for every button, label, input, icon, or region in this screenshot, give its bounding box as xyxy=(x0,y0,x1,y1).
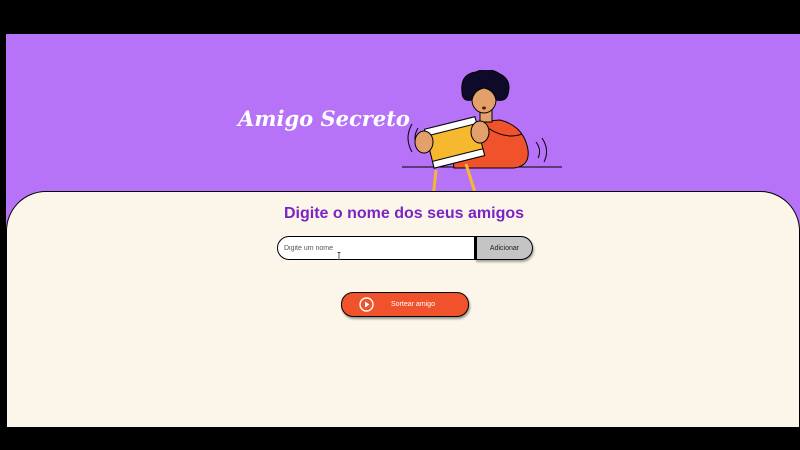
draw-friend-button[interactable]: Sortear amigo xyxy=(341,292,469,317)
main-panel: Digite o nome dos seus amigos Adicionar … xyxy=(6,191,800,427)
text-cursor-icon xyxy=(337,252,341,260)
play-circle-icon xyxy=(359,297,374,312)
name-input[interactable] xyxy=(277,236,475,260)
draw-button-label: Sortear amigo xyxy=(391,301,435,308)
add-friend-form: Adicionar xyxy=(277,236,533,260)
app-viewport: Amigo Secreto Digite o nome dos seus ami… xyxy=(6,34,800,427)
person-holding-gift-illustration xyxy=(402,70,562,209)
page-title: Digite o nome dos seus amigos xyxy=(283,205,525,222)
add-button[interactable]: Adicionar xyxy=(475,236,533,260)
app-title: Amigo Secreto xyxy=(238,106,410,131)
